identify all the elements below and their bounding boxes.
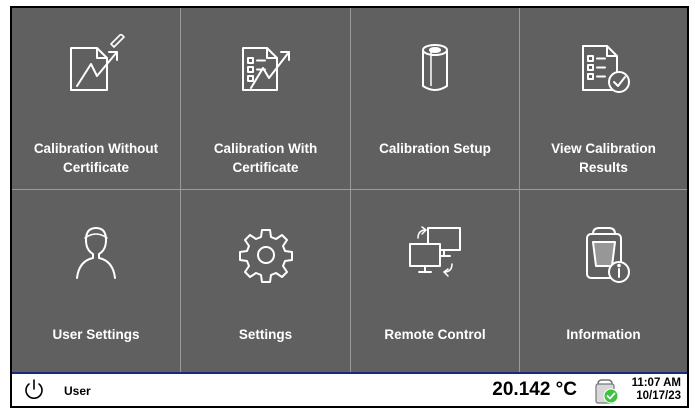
- tile-information[interactable]: Information: [520, 190, 687, 372]
- tile-calibration-with-certificate[interactable]: Calibration With Certificate: [181, 8, 351, 190]
- tile-view-calibration-results[interactable]: View Calibration Results: [520, 8, 687, 190]
- calibration-with-certificate-icon: [241, 47, 290, 91]
- current-user[interactable]: User: [64, 384, 91, 398]
- tile-label: Calibration Setup: [379, 141, 491, 156]
- bath-status-icon[interactable]: [591, 376, 621, 406]
- clock: 11:07 AM 10/17/23: [632, 377, 681, 403]
- tile-label: Remote Control: [384, 327, 486, 342]
- information-icon: [585, 227, 630, 283]
- tile-user-settings[interactable]: User Settings: [12, 190, 181, 372]
- tile-label: View Calibration Results: [551, 141, 656, 175]
- tile-label: Calibration Without Certificate: [33, 141, 159, 175]
- remote-control-icon: [409, 226, 461, 277]
- tile-calibration-without-certificate[interactable]: Calibration Without Certificate: [12, 8, 181, 190]
- status-bar: User 20.142 °C 11:07 AM 10/17/23: [12, 372, 687, 406]
- user-settings-icon: [76, 227, 116, 279]
- temperature-readout: 20.142 °C: [492, 379, 577, 400]
- tile-label: User Settings: [52, 327, 140, 342]
- view-calibration-results-icon: [581, 45, 630, 93]
- power-icon[interactable]: [22, 378, 46, 402]
- tile-calibration-setup[interactable]: Calibration Setup: [351, 8, 520, 190]
- settings-gear-icon: [238, 229, 293, 283]
- time: 11:07 AM: [631, 377, 681, 389]
- tile-label: Information: [566, 327, 641, 342]
- tile-settings[interactable]: Settings: [181, 190, 351, 372]
- tile-label: Settings: [238, 327, 293, 342]
- calibration-setup-icon: [422, 44, 448, 91]
- tile-remote-control[interactable]: Remote Control: [351, 190, 520, 372]
- tile-label: Calibration With Certificate: [213, 141, 318, 175]
- calibrator-screen: Calibration Without Certificate Calibrat…: [10, 6, 689, 408]
- main-menu-grid: Calibration Without Certificate Calibrat…: [12, 8, 687, 372]
- date: 10/17/23: [636, 390, 681, 402]
- calibration-without-certificate-icon: [70, 34, 125, 91]
